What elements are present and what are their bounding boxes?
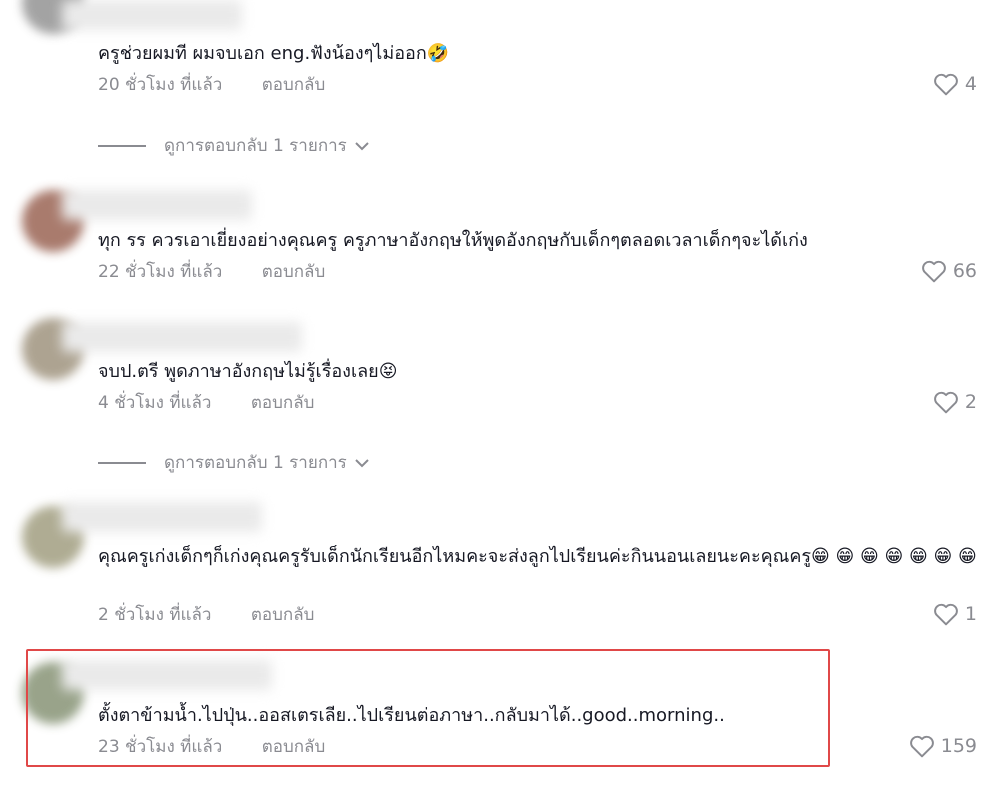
reply-button[interactable]: ตอบกลับ (251, 604, 315, 626)
comment-meta: 2 ชั่วโมง ที่แล้ว ตอบกลับ (98, 604, 314, 626)
comment-time: 4 ชั่วโมง ที่แล้ว (98, 393, 212, 413)
comment-text: ทุก รร ควรเอาเยี่ยงอย่างคุณครู ครูภาษาอั… (98, 230, 808, 251)
reply-button[interactable]: ตอบกลับ (262, 74, 326, 96)
comment-time: 2 ชั่วโมง ที่แล้ว (98, 605, 212, 625)
comment-time: 22 ชั่วโมง ที่แล้ว (98, 262, 223, 282)
like-button[interactable]: 2 (933, 390, 977, 414)
chevron-down-icon (355, 458, 369, 467)
username[interactable] (62, 190, 252, 220)
comment-meta: 23 ชั่วโมง ที่แล้ว ตอบกลับ (98, 736, 325, 758)
username[interactable] (62, 502, 262, 532)
like-count: 2 (964, 391, 977, 413)
like-button[interactable]: 4 (933, 72, 977, 96)
view-replies-label: ดูการตอบกลับ 1 รายการ (164, 136, 347, 156)
heart-outline-icon (934, 391, 958, 414)
username[interactable] (62, 660, 272, 690)
comment-time: 20 ชั่วโมง ที่แล้ว (98, 75, 223, 95)
view-replies-button[interactable]: ดูการตอบกลับ 1 รายการ (98, 132, 371, 159)
comment-text: จบป.ตรี พูดภาษาอังกฤษไม่รู้เรื่องเลย😝 (98, 361, 398, 382)
comment-text: ครูช่วยผมที ผมจบเอก eng.ฟังน้องๆไม่ออก🤣 (98, 43, 450, 64)
reply-button[interactable]: ตอบกลับ (251, 392, 315, 414)
like-count: 4 (964, 73, 977, 95)
heart-outline-icon (921, 260, 946, 283)
like-count: 159 (940, 735, 977, 757)
heart-outline-icon (934, 603, 958, 626)
heart-outline-icon (934, 73, 958, 96)
username[interactable] (62, 322, 302, 352)
divider-line (98, 144, 146, 147)
like-count: 1 (964, 603, 977, 625)
view-replies-button[interactable]: ดูการตอบกลับ 1 รายการ (98, 449, 371, 476)
like-count: 66 (952, 260, 977, 282)
comment-meta: 22 ชั่วโมง ที่แล้ว ตอบกลับ (98, 261, 325, 283)
like-button[interactable]: 66 (921, 259, 977, 283)
comment-meta: 4 ชั่วโมง ที่แล้ว ตอบกลับ (98, 392, 314, 414)
reply-button[interactable]: ตอบกลับ (262, 736, 326, 758)
comment-text: ตั้งตาข้ามน้ำ.ไปปุ่น..ออสเตรเลีย..ไปเรีย… (98, 705, 725, 726)
username[interactable] (62, 0, 242, 30)
heart-outline-icon (909, 735, 934, 758)
comment-meta: 20 ชั่วโมง ที่แล้ว ตอบกลับ (98, 74, 325, 96)
reply-button[interactable]: ตอบกลับ (262, 261, 326, 283)
like-button[interactable]: 159 (909, 734, 977, 758)
view-replies-label: ดูการตอบกลับ 1 รายการ (164, 453, 347, 473)
like-button[interactable]: 1 (933, 602, 977, 626)
chevron-down-icon (355, 141, 369, 150)
comment-text: คุณครูเก่งเด็กๆก็เก่งคุณครูรับเด็กนักเรี… (98, 546, 977, 567)
divider-line (98, 461, 146, 464)
comment-time: 23 ชั่วโมง ที่แล้ว (98, 737, 223, 757)
